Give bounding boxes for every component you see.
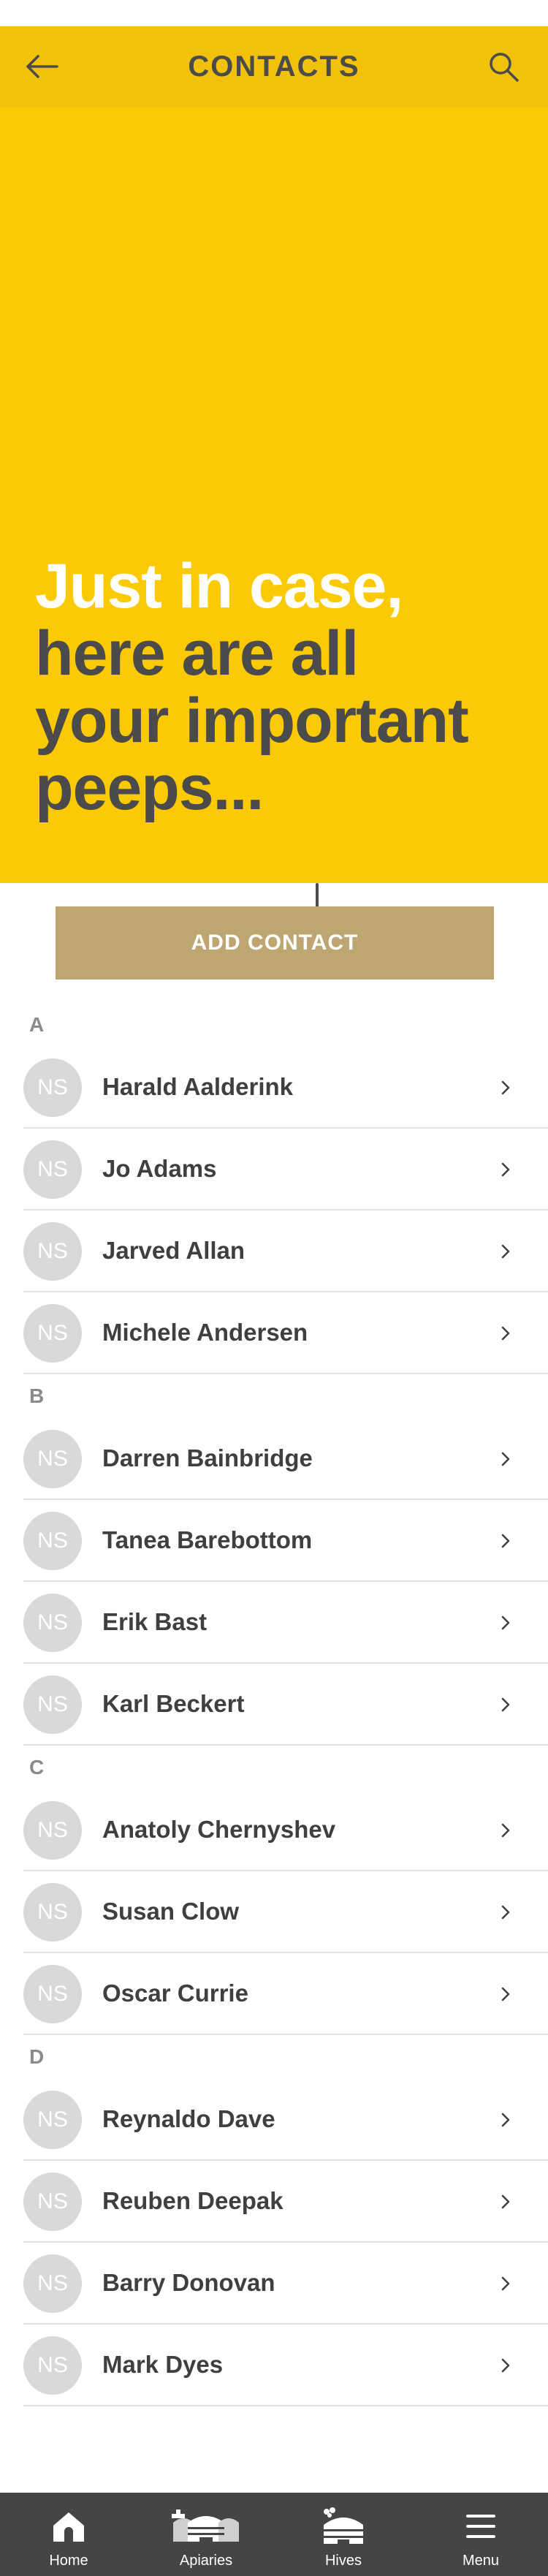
chevron-right-icon	[501, 1244, 510, 1259]
search-icon	[490, 53, 519, 82]
contact-name: Karl Beckert	[102, 1690, 245, 1717]
contact-row[interactable]: NS Mark Dyes	[23, 2325, 548, 2406]
contact-row[interactable]: NS Anatoly Chernyshev	[23, 1789, 548, 1871]
contact-avatar: NS	[23, 2254, 82, 2313]
page-title: CONTACTS	[188, 50, 360, 83]
section-header-a: A	[29, 1013, 45, 1036]
chevron-right-icon	[501, 1697, 510, 1712]
section-header-d: D	[29, 2045, 45, 2068]
chevron-right-icon	[501, 1080, 510, 1095]
chevron-right-icon	[501, 1162, 510, 1177]
contact-name: Mark Dyes	[102, 2351, 224, 2378]
contact-avatar: NS	[23, 1965, 82, 2023]
contact-row[interactable]: NS Karl Beckert	[23, 1664, 548, 1746]
status-bar	[0, 0, 548, 26]
contact-row[interactable]: NS Michele Andersen	[23, 1292, 548, 1374]
home-icon	[53, 2512, 84, 2542]
contact-name: Reynaldo Dave	[102, 2105, 275, 2132]
contact-avatar: NS	[23, 1594, 82, 1652]
contact-avatar: NS	[23, 2336, 82, 2395]
contact-row[interactable]: NS Barry Donovan	[23, 2243, 548, 2325]
contact-row[interactable]: NS Reynaldo Dave	[23, 2079, 548, 2161]
chevron-right-icon	[501, 2113, 510, 2127]
contact-avatar: NS	[23, 1140, 82, 1199]
chevron-right-icon	[501, 1823, 510, 1838]
section-header-c: C	[29, 1756, 45, 1778]
section-header-b: B	[29, 1384, 45, 1407]
contact-avatar: NS	[23, 1058, 82, 1117]
contact-avatar: NS	[23, 1222, 82, 1281]
contact-row[interactable]: NS Jo Adams	[23, 1129, 548, 1211]
contact-list: A NS Harald Aalderink NS Jo Adams NS Jarved Al…	[0, 1003, 548, 2406]
nav-apiaries[interactable]: Apiaries	[137, 2493, 275, 2576]
top-app-bar: CONTACTS	[0, 26, 548, 107]
contact-name: Susan Clow	[102, 1898, 240, 1925]
chevron-right-icon	[501, 1326, 510, 1341]
chevron-right-icon	[501, 2194, 510, 2209]
contact-avatar: NS	[23, 1675, 82, 1734]
contact-name: Oscar Currie	[102, 1980, 248, 2007]
contact-avatar: NS	[23, 1883, 82, 1942]
contact-name: Tanea Barebottom	[102, 1526, 313, 1553]
chevron-right-icon	[501, 2276, 510, 2291]
contact-name: Michele Andersen	[102, 1319, 308, 1346]
contact-avatar: NS	[23, 2091, 82, 2149]
contact-name: Reuben Deepak	[102, 2187, 283, 2214]
contact-row[interactable]: NS Reuben Deepak	[23, 2161, 548, 2243]
add-contact-button[interactable]: ADD CONTACT	[56, 906, 494, 980]
nav-menu-label: Menu	[462, 2553, 500, 2569]
contact-avatar: NS	[23, 2172, 82, 2231]
nav-hives[interactable]: Hives	[275, 2493, 412, 2576]
chevron-right-icon	[501, 2358, 510, 2373]
chevron-right-icon	[501, 1905, 510, 1920]
contact-avatar: NS	[23, 1512, 82, 1570]
contact-row[interactable]: NS Darren Bainbridge	[23, 1418, 548, 1500]
hamburger-menu-icon	[466, 2515, 495, 2538]
hero-line-1: Just in case,	[35, 551, 403, 621]
contact-name: Erik Bast	[102, 1608, 208, 1635]
nav-home-label: Home	[49, 2553, 88, 2569]
chevron-right-icon	[501, 1534, 510, 1548]
contact-name: Barry Donovan	[102, 2269, 275, 2296]
contact-avatar: NS	[23, 1801, 82, 1860]
contact-row[interactable]: NS Harald Aalderink	[23, 1047, 548, 1129]
bottom-navigation: Home Apiaries Hives Menu	[0, 2493, 548, 2576]
contact-name: Darren Bainbridge	[102, 1444, 313, 1471]
contact-row[interactable]: NS Susan Clow	[23, 1871, 548, 1953]
contact-row[interactable]: NS Oscar Currie	[23, 1953, 548, 2035]
nav-home[interactable]: Home	[0, 2493, 137, 2576]
chevron-right-icon	[501, 1452, 510, 1466]
apiaries-icon	[172, 2509, 239, 2542]
nav-menu[interactable]: Menu	[412, 2493, 548, 2576]
contact-name: Anatoly Chernyshev	[102, 1816, 336, 1843]
hero-line-2: here are all	[35, 618, 359, 689]
contact-row[interactable]: NS Tanea Barebottom	[23, 1500, 548, 1582]
chevron-right-icon	[501, 1615, 510, 1630]
contact-name: Harald Aalderink	[102, 1073, 294, 1100]
hero-line-4: peeps...	[35, 753, 264, 823]
hero-heading: Just in case, here are all your importan…	[35, 553, 547, 822]
contact-name: Jarved Allan	[102, 1237, 246, 1264]
contact-avatar: NS	[23, 1304, 82, 1363]
chevron-right-icon	[501, 1987, 510, 2001]
nav-hives-label: Hives	[324, 2553, 362, 2569]
nav-apiaries-label: Apiaries	[179, 2553, 233, 2569]
search-button[interactable]	[478, 47, 529, 86]
contact-row[interactable]: NS Erik Bast	[23, 1582, 548, 1664]
contact-row[interactable]: NS Jarved Allan	[23, 1211, 548, 1292]
contact-name: Jo Adams	[102, 1155, 217, 1182]
hive-icon	[324, 2507, 363, 2544]
contact-avatar: NS	[23, 1430, 82, 1488]
hero-banner: Just in case, here are all your importan…	[0, 107, 548, 930]
hero-line-3: your important	[35, 686, 469, 756]
